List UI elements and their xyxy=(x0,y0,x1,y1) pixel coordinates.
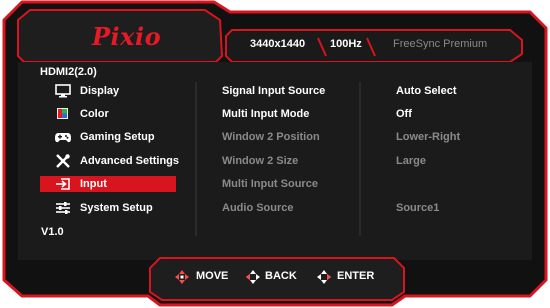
menu-item-gaming-setup[interactable]: Gaming Setup xyxy=(80,130,155,144)
refresh-rate-label: 100Hz xyxy=(330,38,362,50)
option-window-2-position: Window 2 Position xyxy=(222,131,320,143)
monitor-icon xyxy=(55,84,71,98)
menu-item-input[interactable]: Input xyxy=(80,177,107,191)
footer-enter-label: ENTER xyxy=(337,270,375,282)
freesync-label: FreeSync Premium xyxy=(393,38,488,50)
option-multi-input-mode[interactable]: Multi Input Mode xyxy=(222,107,309,121)
pixio-logo: Pixio xyxy=(92,22,162,51)
option-multi-input-source: Multi Input Source xyxy=(222,178,318,190)
value-multi-input-mode: Off xyxy=(396,108,412,120)
menu-item-system-setup[interactable]: System Setup xyxy=(80,201,153,215)
menu-item-color[interactable]: Color xyxy=(80,107,109,121)
move-arrows-icon xyxy=(175,270,189,284)
footer-move-label: MOVE xyxy=(196,270,229,282)
menu-item-advanced-settings[interactable]: Advanced Settings xyxy=(80,154,179,168)
menu-item-display[interactable]: Display xyxy=(80,84,119,98)
enter-arrows-icon xyxy=(317,270,331,284)
footer-back-label: BACK xyxy=(265,270,297,282)
value-window-2-position: Lower-Right xyxy=(396,131,461,143)
value-window-2-size: Large xyxy=(396,155,426,167)
back-arrows-icon xyxy=(246,270,260,284)
value-signal-input-source: Auto Select xyxy=(396,85,457,97)
option-signal-input-source[interactable]: Signal Input Source xyxy=(222,84,325,98)
resolution-label: 3440x1440 xyxy=(250,38,306,50)
option-audio-source: Audio Source xyxy=(222,202,294,214)
tools-icon xyxy=(56,154,70,168)
input-source-label: HDMI2(2.0) xyxy=(40,66,97,78)
firmware-version: V1.0 xyxy=(41,226,64,238)
gamepad-icon xyxy=(55,133,71,143)
value-audio-source: Source1 xyxy=(396,202,440,214)
color-swatch-icon xyxy=(57,108,68,119)
sliders-icon xyxy=(56,202,70,214)
input-icon xyxy=(56,178,70,190)
option-window-2-size: Window 2 Size xyxy=(222,155,299,167)
